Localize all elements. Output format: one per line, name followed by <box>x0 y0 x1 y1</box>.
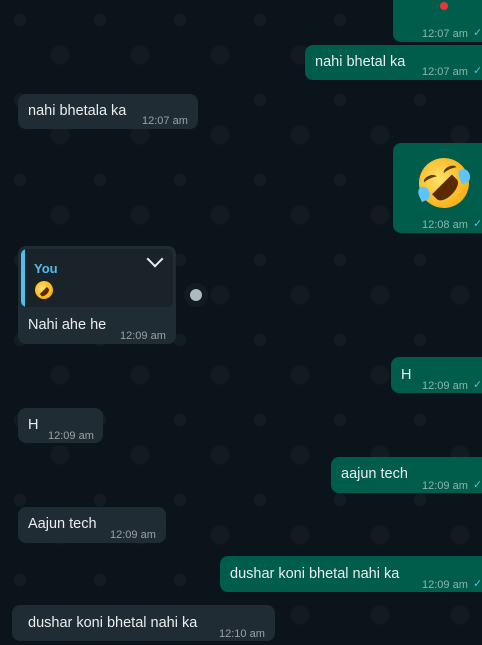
message-time: 12:07 am <box>422 28 468 40</box>
double-check-icon: ✓✓ <box>473 218 482 230</box>
rolling-on-floor-laughing-emoji <box>410 149 478 217</box>
double-check-icon: ✓✓ <box>473 578 482 590</box>
double-check-icon: ✓✓ <box>473 65 482 77</box>
message-bubble-incoming[interactable]: You Nahi ahe he 12:09 am <box>18 246 176 344</box>
message-time: 12:09 am <box>48 430 94 442</box>
emoji-icon[interactable] <box>184 283 208 307</box>
message-bubble-incoming[interactable]: H 12:09 am <box>18 408 103 443</box>
double-check-icon: ✓✓ <box>473 27 482 39</box>
message-text: aajun tech <box>341 466 408 482</box>
message-time: 12:07 am <box>142 115 188 127</box>
message-bubble-outgoing[interactable]: 12:08 am ✓✓ <box>393 143 482 233</box>
message-time: 12:09 am <box>422 579 468 591</box>
message-bubble-incoming[interactable]: dushar koni bhetal nahi ka 12:10 am <box>12 605 275 641</box>
message-text: nahi bhetal ka <box>315 54 406 70</box>
red-dot-icon <box>440 2 448 10</box>
message-text: H <box>401 367 412 383</box>
message-time: 12:09 am <box>120 330 166 342</box>
message-bubble-incoming[interactable]: Aajun tech 12:09 am <box>18 507 166 543</box>
message-time: 12:09 am <box>422 380 468 392</box>
message-time: 12:09 am <box>422 480 468 492</box>
message-bubble-incoming[interactable]: nahi bhetala ka 12:07 am <box>18 94 198 129</box>
double-check-icon: ✓✓ <box>473 479 482 491</box>
message-text: Nahi ahe he <box>28 317 107 333</box>
reply-author: You <box>34 261 58 276</box>
reply-accent-bar <box>21 249 25 307</box>
message-text: nahi bhetala ka <box>28 103 127 119</box>
message-bubble-outgoing[interactable]: aajun tech 12:09 am ✓✓ <box>331 457 482 493</box>
message-bubble-outgoing[interactable]: dushar koni bhetal nahi ka 12:09 am ✓✓ <box>220 556 482 592</box>
message-bubble-outgoing[interactable]: nahi bhetal ka 12:07 am ✓✓ <box>305 45 482 80</box>
message-time: 12:07 am <box>422 66 468 78</box>
message-text: dushar koni bhetal nahi ka <box>230 566 400 582</box>
message-bubble-outgoing[interactable]: H 12:09 am ✓✓ <box>391 357 482 393</box>
message-bubble-outgoing[interactable]: 12:07 am ✓✓ <box>393 0 482 42</box>
message-time: 12:08 am <box>422 219 468 231</box>
message-time: 12:09 am <box>110 529 156 541</box>
double-check-icon: ✓✓ <box>473 379 482 391</box>
rolling-on-floor-laughing-emoji <box>32 278 56 302</box>
message-text: dushar koni bhetal nahi ka <box>28 615 198 631</box>
message-text: Aajun tech <box>28 516 97 532</box>
message-time: 12:10 am <box>219 628 265 640</box>
message-text: H <box>28 417 39 433</box>
